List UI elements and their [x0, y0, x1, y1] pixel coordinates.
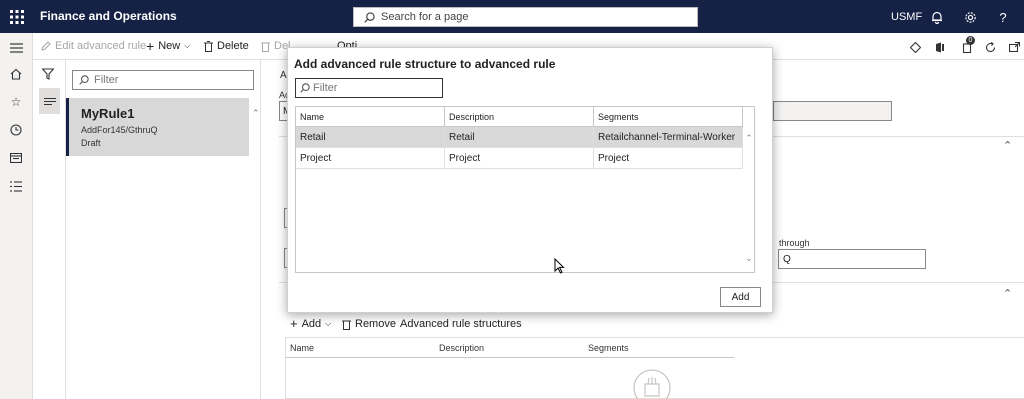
dialog-grid-header: Name Description Segments	[296, 107, 743, 127]
global-search-input[interactable]: Search for a page	[353, 7, 698, 27]
filter-column	[33, 60, 66, 399]
list-view-icon[interactable]	[39, 88, 60, 114]
search-icon	[79, 75, 89, 85]
row-name: Project	[296, 148, 445, 169]
through-value: Q	[783, 254, 791, 265]
through-label: through	[779, 238, 810, 248]
edit-advanced-rule-button[interactable]: Edit advanced rule	[41, 40, 146, 52]
dialog-add-button[interactable]: Add	[720, 287, 761, 307]
bell-icon[interactable]	[929, 9, 945, 25]
workspace-icon[interactable]	[8, 150, 24, 166]
structures-grid: Name Description Segments	[285, 337, 1024, 399]
rule-description: AddFor145/GthruQ	[81, 125, 158, 135]
company-selector[interactable]: USMF	[891, 11, 922, 23]
open-new-window-icon[interactable]	[1006, 39, 1022, 55]
dialog-filter-placeholder: Filter	[313, 82, 338, 94]
grid-column-header[interactable]: Segments	[588, 343, 629, 353]
delete-label: Delete	[217, 40, 249, 52]
grid-column-header[interactable]: Name	[290, 343, 314, 353]
office-icon[interactable]	[932, 39, 948, 55]
navigation-pane: ☆	[0, 33, 33, 399]
app-title[interactable]: Finance and Operations	[40, 9, 177, 23]
plus-icon: +	[146, 38, 155, 54]
new-label: New	[158, 40, 181, 52]
edit-advanced-rule-label: Edit advanced rule	[55, 40, 147, 52]
chevron-down-icon: ⌵	[325, 319, 332, 328]
dialog-title: Add advanced rule structure to advanced …	[294, 57, 556, 71]
search-icon	[364, 11, 375, 23]
waffle-icon[interactable]	[0, 0, 33, 33]
dialog-grid: Name Description Segments Retail Retail …	[295, 106, 755, 273]
grid-header-divider	[286, 357, 734, 358]
list-pane: Filter MyRule1 AddFor145/GthruQ Draft ⌃	[66, 60, 261, 399]
through-input[interactable]: Q	[778, 249, 926, 269]
scroll-up-icon[interactable]: ⌃	[252, 108, 260, 118]
row-name: Retail	[296, 127, 445, 148]
delete-button[interactable]: Delete	[204, 40, 249, 52]
row-segments: Project	[594, 148, 743, 169]
background-field[interactable]	[773, 101, 892, 121]
collapse-section-icon[interactable]: ⌃	[1003, 139, 1012, 152]
help-icon[interactable]: ?	[995, 9, 1011, 25]
column-header-description[interactable]: Description	[445, 107, 594, 127]
grid-remove-label: Remove	[355, 318, 396, 330]
hamburger-icon[interactable]	[8, 40, 24, 56]
notification-count-badge: 0	[966, 36, 975, 45]
list-item[interactable]: MyRule1 AddFor145/GthruQ Draft	[66, 98, 249, 156]
table-row[interactable]: Project Project Project	[296, 148, 743, 169]
column-header-name[interactable]: Name	[296, 107, 445, 127]
filter-icon[interactable]	[41, 68, 55, 83]
dialog-grid-scrollbar[interactable]: ⌃ ⌄	[743, 107, 755, 272]
row-segments: Retailchannel-Terminal-Worker	[594, 127, 743, 148]
advanced-rule-structures-label: Advanced rule structures	[400, 318, 522, 330]
grid-remove-button[interactable]: Remove	[342, 318, 396, 330]
pencil-icon	[41, 41, 51, 51]
trash-icon	[342, 320, 351, 330]
collapse-section-icon-2[interactable]: ⌃	[1003, 287, 1012, 300]
clock-icon[interactable]	[8, 122, 24, 138]
advanced-rule-structures-button[interactable]: Advanced rule structures	[400, 318, 522, 330]
trash-icon	[204, 40, 213, 52]
modules-icon[interactable]	[8, 178, 24, 194]
mouse-cursor-icon	[554, 257, 565, 277]
scroll-up-icon[interactable]: ⌃	[743, 133, 755, 144]
scroll-down-icon[interactable]: ⌄	[743, 253, 755, 264]
grid-add-label: Add	[301, 318, 322, 330]
attachments-icon[interactable]: 0	[959, 36, 975, 55]
star-icon[interactable]: ☆	[8, 94, 24, 110]
plus-icon: +	[290, 316, 298, 331]
diamond-icon[interactable]	[907, 39, 923, 55]
row-description: Retail	[445, 127, 594, 148]
new-button[interactable]: + New ⌵	[146, 38, 191, 54]
refresh-icon[interactable]	[982, 39, 998, 55]
top-bar: Finance and Operations Search for a page…	[0, 0, 1024, 33]
column-header-segments[interactable]: Segments	[594, 107, 743, 127]
table-row[interactable]: Retail Retail Retailchannel-Terminal-Wor…	[296, 127, 743, 148]
gear-icon[interactable]	[962, 9, 978, 25]
search-icon	[300, 83, 310, 93]
list-filter-input[interactable]: Filter	[72, 70, 254, 90]
rule-status: Draft	[81, 138, 101, 148]
add-structure-dialog: Add advanced rule structure to advanced …	[287, 47, 773, 313]
search-placeholder: Search for a page	[381, 11, 469, 23]
list-filter-placeholder: Filter	[94, 74, 119, 86]
grid-column-header[interactable]: Description	[439, 343, 484, 353]
row-description: Project	[445, 148, 594, 169]
empty-grid-icon	[632, 368, 672, 399]
rule-name: MyRule1	[81, 106, 135, 121]
grid-add-button[interactable]: + Add ⌵	[290, 316, 332, 331]
chevron-down-icon: ⌵	[184, 41, 191, 50]
dialog-filter-input[interactable]: Filter	[295, 78, 443, 98]
home-icon[interactable]	[8, 66, 24, 82]
trash-icon	[261, 42, 270, 52]
